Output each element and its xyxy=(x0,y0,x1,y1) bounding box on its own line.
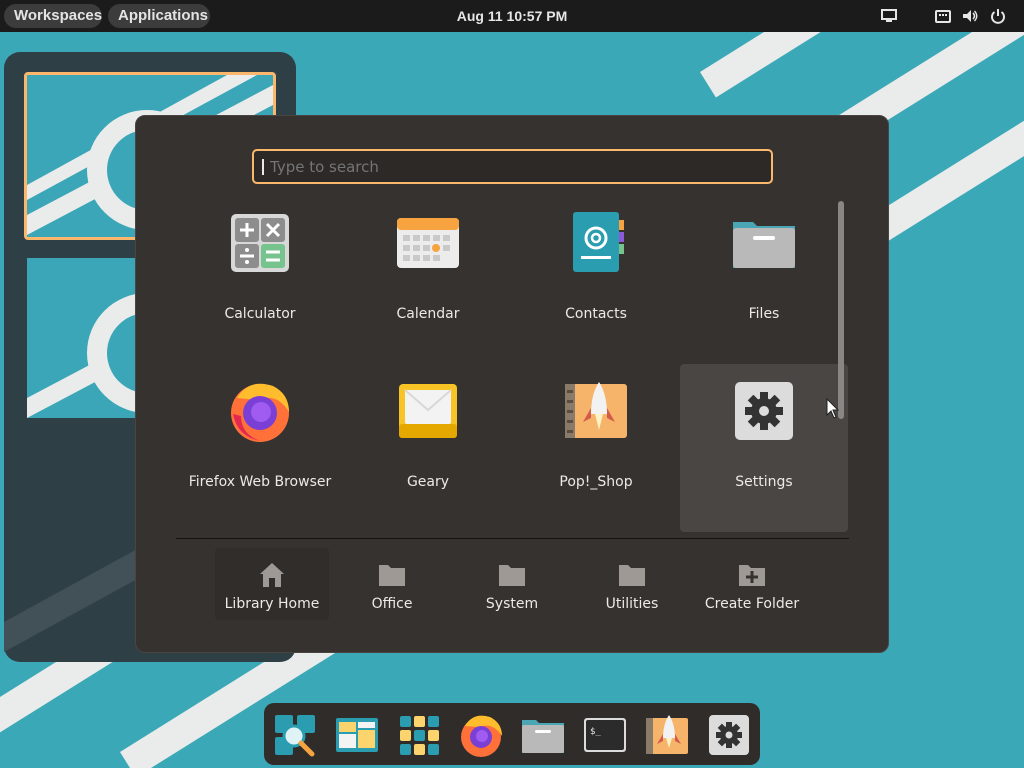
terminal-icon[interactable]: $_ xyxy=(582,712,628,758)
app-label: Files xyxy=(748,306,780,322)
launcher-scrollbar[interactable] xyxy=(838,201,844,419)
top-bar: Workspaces Applications Aug 11 10:57 PM xyxy=(0,0,1024,32)
folder-label: Utilities xyxy=(605,596,659,612)
home-icon xyxy=(260,563,284,587)
folder-system[interactable]: System xyxy=(455,548,569,620)
mouse-cursor xyxy=(826,398,840,419)
pop-shop-icon xyxy=(565,382,627,438)
app-contacts[interactable]: Contacts xyxy=(512,196,680,364)
dock: $_ xyxy=(264,703,760,765)
app-label: Calendar xyxy=(396,306,460,322)
launcher-divider xyxy=(176,538,849,539)
app-calculator[interactable]: Calculator xyxy=(176,196,344,364)
keyboard-icon[interactable] xyxy=(934,7,952,25)
applications-grid-icon[interactable] xyxy=(396,712,442,758)
app-label: Pop!_Shop xyxy=(559,474,633,490)
folder-plus-icon xyxy=(739,565,765,586)
files-icon[interactable] xyxy=(520,712,566,758)
app-settings[interactable]: Settings xyxy=(680,364,848,532)
app-geary[interactable]: Geary xyxy=(344,364,512,532)
files-icon xyxy=(733,222,795,268)
svg-text:$_: $_ xyxy=(590,727,601,737)
create-folder-button[interactable]: Create Folder xyxy=(695,548,809,620)
folder-label: Create Folder xyxy=(704,596,800,612)
folder-library-home[interactable]: Library Home xyxy=(215,548,329,620)
contacts-icon xyxy=(573,212,624,272)
folder-label: System xyxy=(485,596,539,612)
settings-icon xyxy=(735,382,793,440)
app-label: Firefox Web Browser xyxy=(188,474,332,490)
folder-label: Office xyxy=(371,596,413,612)
firefox-icon[interactable] xyxy=(458,712,504,758)
app-calendar[interactable]: Calendar xyxy=(344,196,512,364)
folder-icon xyxy=(379,565,405,586)
calculator-icon xyxy=(231,214,289,272)
app-label: Geary xyxy=(406,474,450,490)
search-input[interactable] xyxy=(252,149,773,184)
folder-label: Library Home xyxy=(224,596,320,612)
settings-icon[interactable] xyxy=(706,712,752,758)
applications-button[interactable]: Applications xyxy=(108,4,210,28)
volume-icon[interactable] xyxy=(961,7,979,25)
folder-office[interactable]: Office xyxy=(335,548,449,620)
geary-icon xyxy=(399,384,457,438)
app-files[interactable]: Files xyxy=(680,196,848,364)
app-firefox[interactable]: Firefox Web Browser xyxy=(176,364,344,532)
power-icon[interactable] xyxy=(989,7,1007,25)
app-label: Settings xyxy=(735,474,793,490)
application-launcher: Calculator Calendar Contacts xyxy=(135,115,889,653)
search-launcher-icon[interactable] xyxy=(272,712,318,758)
app-label: Calculator xyxy=(224,306,296,322)
pop-shop-icon[interactable] xyxy=(644,712,690,758)
workspaces-button[interactable]: Workspaces xyxy=(4,4,102,28)
folder-icon xyxy=(499,565,525,586)
app-pop-shop[interactable]: Pop!_Shop xyxy=(512,364,680,532)
app-label: Contacts xyxy=(565,306,627,322)
display-icon[interactable] xyxy=(880,7,898,25)
firefox-icon xyxy=(231,383,289,442)
text-caret xyxy=(262,159,264,175)
calendar-icon xyxy=(397,218,459,268)
workspaces-icon[interactable] xyxy=(334,712,380,758)
folder-icon xyxy=(619,565,645,586)
folder-utilities[interactable]: Utilities xyxy=(575,548,689,620)
